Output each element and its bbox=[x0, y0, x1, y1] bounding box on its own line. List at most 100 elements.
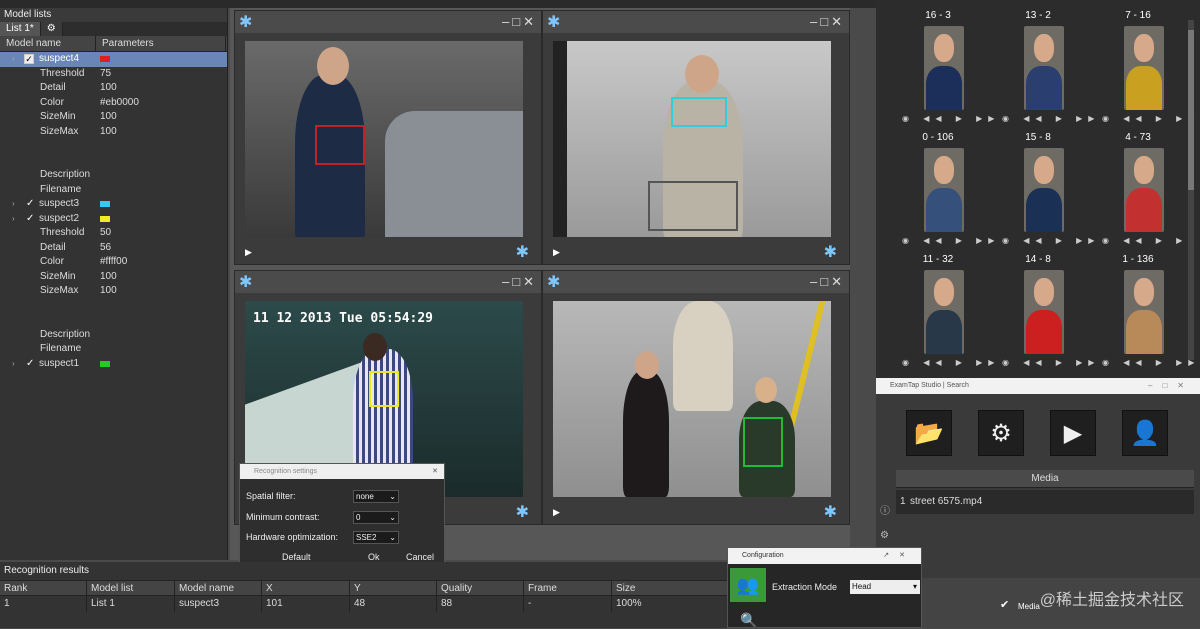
face-thumbnail[interactable]: 16 - 3 ◉ ◀◀ ▶ ▶▶ bbox=[888, 4, 994, 123]
face-thumbnail[interactable]: 7 - 16 ◉ ◀◀ ▶ ▶▶ bbox=[1088, 4, 1194, 123]
search-icon[interactable]: 🔍 bbox=[740, 612, 757, 629]
video-frame[interactable] bbox=[553, 301, 831, 497]
results-col-header[interactable]: Model name bbox=[175, 581, 262, 597]
results-col-header[interactable]: Size bbox=[612, 581, 728, 597]
tree-model-suspect3[interactable]: › ✓ suspect3 bbox=[0, 197, 227, 212]
col-parameters[interactable]: Parameters bbox=[96, 36, 226, 51]
spatial-filter-select[interactable]: none ⌄ bbox=[353, 490, 399, 503]
face-thumbnail[interactable]: 4 - 73 ◉ ◀◀ ▶ ▶▶ bbox=[1088, 126, 1194, 245]
hardware-optimization-select[interactable]: SSE2 ⌄ bbox=[353, 531, 399, 544]
snowflake-icon[interactable]: ✱ bbox=[547, 12, 560, 32]
checkbox[interactable]: ✓ bbox=[24, 54, 34, 64]
tree-param-row[interactable]: SizeMax 100 bbox=[0, 284, 227, 299]
face-photo[interactable] bbox=[1024, 270, 1064, 354]
results-col-header[interactable]: X bbox=[262, 581, 350, 597]
window-controls[interactable]: –□✕ bbox=[810, 14, 845, 30]
minimum-contrast-stepper[interactable]: 0 ⌄ bbox=[353, 511, 399, 524]
tree-param-row[interactable] bbox=[0, 299, 227, 314]
tree-param-row[interactable]: Threshold 50 bbox=[0, 226, 227, 241]
face-thumbnail[interactable]: 11 - 32 ◉ ◀◀ ▶ ▶▶ bbox=[888, 248, 994, 367]
play-icon[interactable]: ▶ bbox=[553, 247, 560, 258]
expand-icon[interactable]: › bbox=[12, 197, 15, 212]
playback-controls[interactable]: ◉ ◀◀ ▶ ▶▶ bbox=[1102, 358, 1200, 367]
expand-icon[interactable]: › bbox=[12, 357, 15, 372]
face-photo[interactable] bbox=[924, 270, 964, 354]
tree-param-row[interactable]: SizeMax 100 bbox=[0, 125, 227, 140]
playback-controls[interactable]: ◉ ◀◀ ▶ ▶▶ bbox=[902, 236, 1000, 245]
playback-controls[interactable]: ◉ ◀◀ ▶ ▶▶ bbox=[1002, 236, 1100, 245]
tree-param-row[interactable] bbox=[0, 313, 227, 328]
tree-param-row[interactable]: Filename bbox=[0, 183, 227, 198]
user-button[interactable]: 👤 bbox=[1122, 410, 1168, 456]
video-frame[interactable] bbox=[553, 41, 831, 237]
tree-param-row[interactable] bbox=[0, 154, 227, 169]
snowflake-icon[interactable]: ✱ bbox=[239, 272, 252, 292]
play-icon[interactable]: ▶ bbox=[553, 507, 560, 518]
playback-controls[interactable]: ◉ ◀◀ ▶ ▶▶ bbox=[902, 358, 1000, 367]
col-model-name[interactable]: Model name bbox=[0, 36, 96, 51]
scrollbar[interactable] bbox=[1188, 20, 1194, 360]
face-thumbnail[interactable]: 13 - 2 ◉ ◀◀ ▶ ▶▶ bbox=[988, 4, 1094, 123]
checkbox[interactable]: ✓ bbox=[26, 357, 34, 372]
users-icon[interactable]: 👥 bbox=[730, 568, 766, 602]
tree-param-row[interactable]: Filename bbox=[0, 342, 227, 357]
extraction-mode-select[interactable]: Head ▾ bbox=[850, 580, 920, 594]
play-icon[interactable]: ▶ bbox=[245, 247, 252, 258]
tree-param-row[interactable]: SizeMin 100 bbox=[0, 270, 227, 285]
expand-icon[interactable]: › bbox=[12, 52, 15, 67]
ok-button[interactable]: Ok bbox=[368, 552, 380, 562]
expand-icon[interactable]: › bbox=[12, 212, 15, 227]
face-thumbnail[interactable]: 14 - 8 ◉ ◀◀ ▶ ▶▶ bbox=[988, 248, 1094, 367]
media-row[interactable]: 1 street 6575.mp4 bbox=[896, 490, 1194, 514]
playback-controls[interactable]: ◉ ◀◀ ▶ ▶▶ bbox=[1002, 114, 1100, 123]
default-button[interactable]: Default bbox=[282, 552, 311, 562]
cancel-button[interactable]: Cancel bbox=[406, 552, 434, 562]
checkbox[interactable]: ✓ bbox=[26, 197, 34, 212]
snowflake-icon[interactable]: ✱ bbox=[547, 272, 560, 292]
playback-controls[interactable]: ◉ ◀◀ ▶ ▶▶ bbox=[902, 114, 1000, 123]
table-row[interactable]: 1 List 1 suspect3 101 48 88-100% bbox=[0, 596, 728, 612]
results-col-header[interactable]: Model list bbox=[87, 581, 175, 597]
face-photo[interactable] bbox=[1024, 26, 1064, 110]
tree-param-row[interactable]: Detail 100 bbox=[0, 81, 227, 96]
window-controls[interactable]: –□✕ bbox=[502, 14, 537, 30]
snowflake-icon[interactable]: ✱ bbox=[516, 502, 529, 522]
tree-model-suspect1[interactable]: › ✓ suspect1 bbox=[0, 357, 227, 372]
tree-param-row[interactable]: SizeMin 100 bbox=[0, 110, 227, 125]
tree-param-row[interactable]: Description bbox=[0, 328, 227, 343]
window-controls[interactable]: –□✕ bbox=[502, 274, 537, 290]
tree-param-row[interactable]: Color #ffff00 bbox=[0, 255, 227, 270]
face-thumbnail[interactable]: 15 - 8 ◉ ◀◀ ▶ ▶▶ bbox=[988, 126, 1094, 245]
window-controls[interactable]: –□✕ bbox=[1148, 378, 1194, 394]
gear-icon[interactable]: ⚙ bbox=[40, 22, 63, 36]
face-photo[interactable] bbox=[1124, 270, 1164, 354]
close-icon[interactable]: ✕ bbox=[432, 464, 438, 479]
face-photo[interactable] bbox=[1124, 26, 1164, 110]
tree-param-row[interactable]: Description bbox=[0, 168, 227, 183]
gear-icon[interactable]: ⚙ bbox=[880, 530, 889, 541]
scrollbar-thumb[interactable] bbox=[1188, 30, 1194, 190]
tree-param-row[interactable]: Color #eb0000 bbox=[0, 96, 227, 111]
tree-model-suspect2[interactable]: › ✓ suspect2 bbox=[0, 212, 227, 227]
checkbox[interactable]: ✓ bbox=[26, 212, 34, 227]
face-photo[interactable] bbox=[924, 26, 964, 110]
face-thumbnail[interactable]: 1 - 136 ◉ ◀◀ ▶ ▶▶ bbox=[1088, 248, 1194, 367]
face-photo[interactable] bbox=[1124, 148, 1164, 232]
tree-param-row[interactable]: Detail 56 bbox=[0, 241, 227, 256]
video-frame[interactable] bbox=[245, 41, 523, 237]
results-col-header[interactable]: Y bbox=[350, 581, 437, 597]
results-col-header[interactable]: Frame bbox=[524, 581, 612, 597]
playback-controls[interactable]: ◉ ◀◀ ▶ ▶▶ bbox=[1102, 114, 1200, 123]
window-controls[interactable]: ↗✕ bbox=[883, 548, 915, 564]
snowflake-icon[interactable]: ✱ bbox=[824, 502, 837, 522]
playback-controls[interactable]: ◉ ◀◀ ▶ ▶▶ bbox=[1002, 358, 1100, 367]
face-thumbnail[interactable]: 0 - 106 ◉ ◀◀ ▶ ▶▶ bbox=[888, 126, 994, 245]
tab-list-1[interactable]: List 1* bbox=[0, 22, 41, 36]
settings-button[interactable]: ⚙ bbox=[978, 410, 1024, 456]
play-button[interactable]: ▶ bbox=[1050, 410, 1096, 456]
face-photo[interactable] bbox=[1024, 148, 1064, 232]
tree-param-row[interactable] bbox=[0, 139, 227, 154]
tree-model-suspect4[interactable]: › ✓ suspect4 bbox=[0, 52, 227, 67]
snowflake-icon[interactable]: ✱ bbox=[516, 242, 529, 262]
snowflake-icon[interactable]: ✱ bbox=[824, 242, 837, 262]
